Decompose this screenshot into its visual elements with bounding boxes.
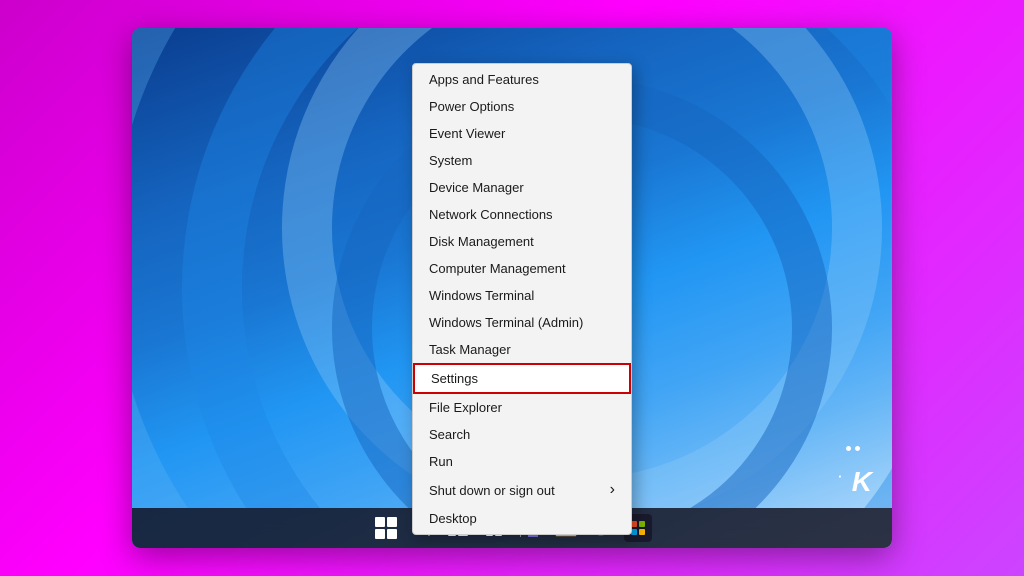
context-menu-item-file-explorer[interactable]: File Explorer <box>413 394 631 421</box>
context-menu-item-power-options[interactable]: Power Options <box>413 93 631 120</box>
context-menu-item-shut-down-or-sign-out[interactable]: Shut down or sign out› <box>413 475 631 505</box>
taskbar-icon-windows-start[interactable] <box>372 514 400 542</box>
context-menu-item-windows-terminal-(admin)[interactable]: Windows Terminal (Admin) <box>413 309 631 336</box>
context-menu-item-event-viewer[interactable]: Event Viewer <box>413 120 631 147</box>
context-menu-item-task-manager[interactable]: Task Manager <box>413 336 631 363</box>
context-menu-item-run[interactable]: Run <box>413 448 631 475</box>
context-menu: Apps and FeaturesPower OptionsEvent View… <box>412 63 632 535</box>
context-menu-item-network-connections[interactable]: Network Connections <box>413 201 631 228</box>
context-menu-item-windows-terminal[interactable]: Windows Terminal <box>413 282 631 309</box>
context-menu-item-disk-management[interactable]: Disk Management <box>413 228 631 255</box>
context-menu-item-settings[interactable]: Settings <box>413 363 631 394</box>
context-menu-item-device-manager[interactable]: Device Manager <box>413 174 631 201</box>
branding-dots <box>844 440 862 458</box>
desktop-background: Apps and FeaturesPower OptionsEvent View… <box>132 28 892 548</box>
context-menu-item-system[interactable]: System <box>413 147 631 174</box>
context-menu-item-computer-management[interactable]: Computer Management <box>413 255 631 282</box>
context-menu-item-desktop[interactable]: Desktop <box>413 505 631 532</box>
context-menu-item-search[interactable]: Search <box>413 421 631 448</box>
context-menu-item-apps-and-features[interactable]: Apps and Features <box>413 66 631 93</box>
branding-logo: · K <box>838 466 872 498</box>
screen-container: Apps and FeaturesPower OptionsEvent View… <box>132 28 892 548</box>
